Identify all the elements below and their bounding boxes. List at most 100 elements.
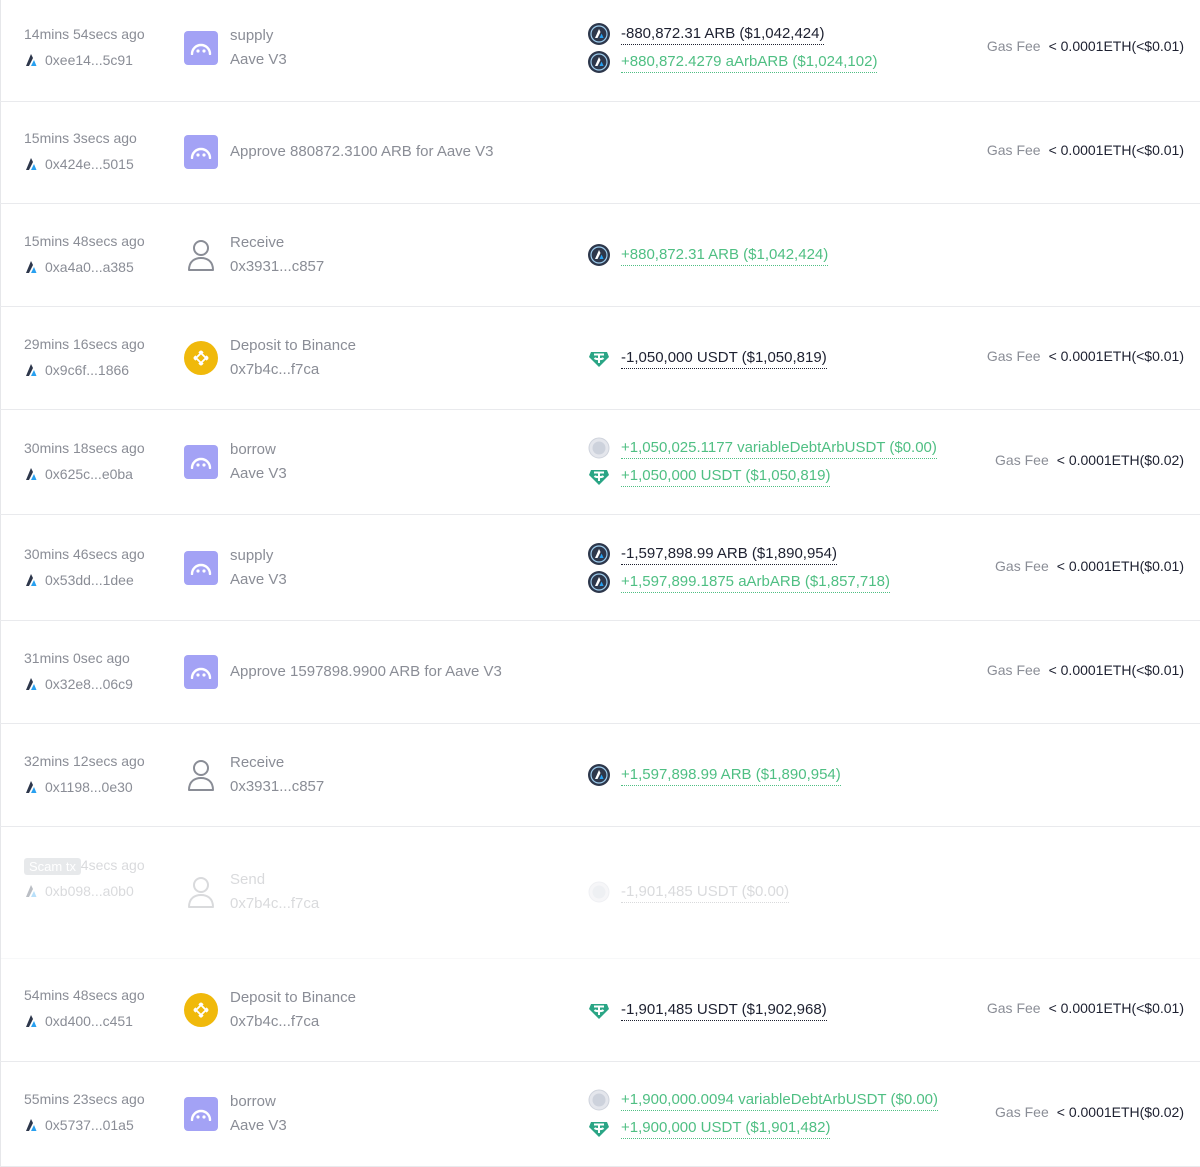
transaction-row[interactable]: 55mins 23secs ago 0x5737...01a5 borrow Aave… — [0, 1062, 1200, 1167]
scam-badge: Scam tx — [24, 858, 81, 875]
token-changes: -1,050,000 USDT ($1,050,819) — [588, 346, 827, 370]
tx-hash-link[interactable]: 0x1198...0e30 — [24, 778, 174, 796]
token-changes: +1,900,000.0094 variableDebtArbUSDT ($0.… — [588, 1088, 939, 1140]
aave-icon — [184, 135, 218, 169]
tx-hash[interactable]: 0xb098...a0b0 — [45, 882, 134, 900]
transaction-row[interactable]: 15mins 3secs ago 0x424e...5015 Approve 880… — [0, 102, 1200, 204]
time-column: 15mins 3secs ago 0x424e...5015 — [24, 129, 174, 173]
token-change-line: +1,050,000 USDT ($1,050,819) — [588, 464, 937, 488]
transaction-row[interactable]: 31mins 0sec ago 0x32e8...06c9 Approve 1597… — [0, 621, 1200, 724]
tx-time: 29mins 16secs ago — [24, 336, 145, 352]
action-subtitle[interactable]: 0x7b4c...f7ca — [230, 892, 319, 916]
arbitrum-chain-icon — [24, 1118, 38, 1132]
token-amount[interactable]: +1,050,025.1177 variableDebtArbUSDT ($0.… — [621, 438, 937, 459]
tx-hash-link[interactable]: 0x53dd...1dee — [24, 571, 174, 589]
tx-time: 32mins 12secs ago — [24, 753, 145, 769]
token-amount[interactable]: -1,901,485 USDT ($1,902,968) — [621, 1000, 827, 1021]
token-changes: +880,872.31 ARB ($1,042,424) — [588, 243, 829, 267]
tx-hash-link[interactable]: 0x625c...e0ba — [24, 465, 174, 483]
tx-hash[interactable]: 0x53dd...1dee — [45, 571, 134, 589]
usdt-token-icon — [588, 1117, 610, 1139]
tx-hash[interactable]: 0x5737...01a5 — [45, 1116, 134, 1134]
gas-fee-label: Gas Fee — [995, 452, 1049, 468]
action-title: Receive — [230, 754, 285, 771]
transaction-row[interactable]: 30mins 46secs ago 0x53dd...1dee supply Aave… — [0, 515, 1200, 621]
transaction-row[interactable]: 54mins 48secs ago 0xd400...c451 Deposit to… — [0, 959, 1200, 1062]
tx-hash-link[interactable]: 0x424e...5015 — [24, 155, 174, 173]
action-text: Deposit to Binance 0x7b4c...f7ca — [230, 334, 356, 382]
tx-hash-link[interactable]: 0xee14...5c91 — [24, 51, 174, 69]
token-amount[interactable]: -1,050,000 USDT ($1,050,819) — [621, 348, 827, 369]
token-amount[interactable]: +1,900,000 USDT ($1,901,482) — [621, 1118, 831, 1139]
token-change-line: +1,597,899.1875 aArbARB ($1,857,718) — [588, 570, 890, 594]
gas-fee-value: < 0.0001ETH($0.01) — [1056, 558, 1184, 574]
tx-hash-link[interactable]: 0x9c6f...1866 — [24, 361, 174, 379]
token-changes: -1,901,485 USDT ($0.00) — [588, 880, 790, 904]
tx-hash-link[interactable]: 0xb098...a0b0 — [24, 882, 174, 900]
tx-hash[interactable]: 0x625c...e0ba — [45, 465, 133, 483]
transaction-row[interactable]: 30mins 18secs ago 0x625c...e0ba borrow Aave… — [0, 410, 1200, 515]
tx-hash[interactable]: 0xd400...c451 — [45, 1012, 133, 1030]
action-text: borrow Aave V3 — [230, 1090, 287, 1138]
arbitrum-chain-icon — [24, 363, 38, 377]
gas-fee: Gas Fee < 0.0001ETH(<$0.01) — [987, 1000, 1184, 1016]
action-column: Send 0x7b4c...f7ca — [184, 868, 319, 916]
transaction-row[interactable]: 29mins 16secs ago 0x9c6f...1866 Deposit to… — [0, 307, 1200, 410]
aave-icon — [184, 551, 218, 585]
token-changes: +1,597,898.99 ARB ($1,890,954) — [588, 763, 841, 787]
gas-fee: Gas Fee < 0.0001ETH($0.01) — [995, 558, 1184, 574]
tx-time: 14mins 54secs ago — [24, 26, 145, 42]
token-amount[interactable]: -1,597,898.99 ARB ($1,890,954) — [621, 544, 837, 565]
tx-hash-link[interactable]: 0x5737...01a5 — [24, 1116, 174, 1134]
action-subtitle[interactable]: Aave V3 — [230, 462, 287, 486]
token-amount[interactable]: -880,872.31 ARB ($1,042,424) — [621, 24, 825, 45]
gas-fee-label: Gas Fee — [986, 38, 1041, 54]
tx-hash[interactable]: 0x1198...0e30 — [45, 778, 133, 796]
token-changes: -1,597,898.99 ARB ($1,890,954) +1,597,899… — [588, 542, 890, 594]
token-amount[interactable]: +1,597,899.1875 aArbARB ($1,857,718) — [621, 572, 890, 593]
time-column: 54mins 48secs ago 0xd400...c451 — [24, 986, 174, 1030]
action-subtitle[interactable]: 0x7b4c...f7ca — [230, 358, 356, 382]
user-icon — [184, 238, 218, 272]
user-icon — [184, 875, 218, 909]
token-change-line: +1,900,000.0094 variableDebtArbUSDT ($0.… — [588, 1088, 939, 1112]
tx-time: 54mins 48secs ago — [24, 987, 145, 1003]
tx-hash[interactable]: 0xee14...5c91 — [45, 51, 133, 69]
tx-hash[interactable]: 0x424e...5015 — [45, 155, 134, 173]
transaction-row[interactable]: 15mins 48secs ago 0xa4a0...a385 Receive 0x3… — [0, 204, 1200, 307]
token-change-line: -1,050,000 USDT ($1,050,819) — [588, 346, 827, 370]
action-subtitle[interactable]: 0x7b4c...f7ca — [230, 1010, 356, 1034]
token-change-line: -880,872.31 ARB ($1,042,424) — [588, 22, 877, 46]
tx-hash-link[interactable]: 0xd400...c451 — [24, 1012, 174, 1030]
action-subtitle[interactable]: Aave V3 — [230, 568, 287, 592]
action-subtitle[interactable]: 0x3931...c857 — [230, 775, 324, 799]
binance-icon — [184, 993, 218, 1027]
aave-icon — [184, 445, 218, 479]
tx-hash[interactable]: 0x32e8...06c9 — [45, 675, 133, 693]
transaction-row[interactable]: 32mins 12secs ago 0x1198...0e30 Receive 0x3… — [0, 724, 1200, 827]
action-subtitle[interactable]: Aave V3 — [230, 48, 287, 72]
tx-hash[interactable]: 0x9c6f...1866 — [45, 361, 129, 379]
tx-time: 30mins 18secs ago — [24, 440, 145, 456]
token-amount[interactable]: +1,050,000 USDT ($1,050,819) — [621, 466, 831, 487]
transaction-row[interactable]: 14mins 54secs ago 0xee14...5c91 supply Aave… — [0, 0, 1200, 102]
token-amount[interactable]: +880,872.31 ARB ($1,042,424) — [621, 245, 829, 266]
usdt-token-icon — [588, 465, 610, 487]
gas-fee-value: < 0.0001ETH($0.02) — [1056, 452, 1184, 468]
usdt-token-icon — [588, 999, 610, 1021]
gas-fee: Gas Fee < 0.0001ETH(<$0.01) — [987, 38, 1184, 54]
action-column: Deposit to Binance 0x7b4c...f7ca — [184, 986, 356, 1034]
aave-icon — [184, 655, 218, 689]
token-amount[interactable]: +1,900,000.0094 variableDebtArbUSDT ($0.… — [621, 1090, 939, 1111]
token-amount[interactable]: +880,872.4279 aArbARB ($1,024,102) — [621, 52, 878, 73]
tx-hash-link[interactable]: 0xa4a0...a385 — [24, 258, 174, 276]
tx-hash-link[interactable]: 0x32e8...06c9 — [24, 675, 174, 693]
gas-fee-value: < 0.0001ETH(<$0.01) — [1048, 348, 1184, 364]
token-amount[interactable]: +1,597,898.99 ARB ($1,890,954) — [621, 765, 841, 786]
tx-hash[interactable]: 0xa4a0...a385 — [45, 258, 134, 276]
scam-transaction-row[interactable]: Scam tx 52mins 14secs ago 0xb098...a0b0 Sen… — [0, 827, 1200, 959]
action-subtitle[interactable]: Aave V3 — [230, 1114, 287, 1138]
gas-fee-label: Gas Fee — [986, 1000, 1041, 1016]
action-subtitle[interactable]: 0x3931...c857 — [230, 255, 324, 279]
token-amount[interactable]: -1,901,485 USDT ($0.00) — [621, 882, 790, 903]
